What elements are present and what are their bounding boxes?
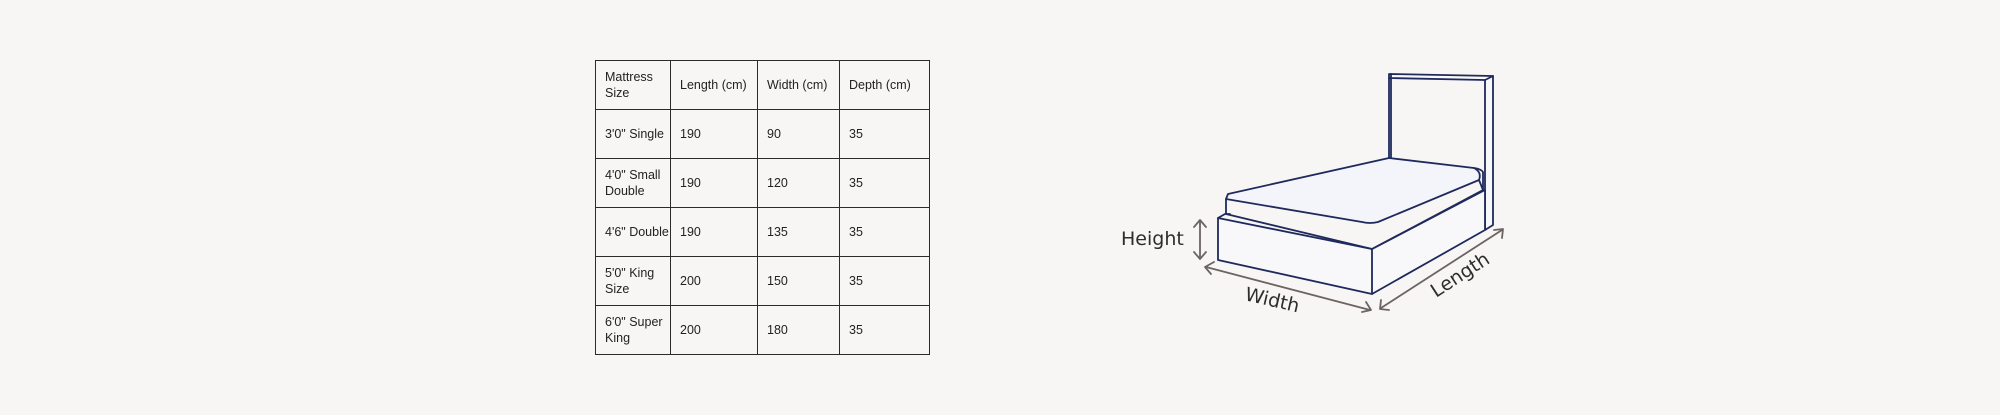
cell-width: 180 — [757, 305, 840, 355]
height-arrow — [1193, 219, 1207, 260]
cell-size: 3'0" Single — [595, 109, 671, 159]
bed-illustration — [1217, 73, 1494, 295]
mattress-size-table: Mattress Size Length (cm) Width (cm) Dep… — [595, 60, 930, 355]
cell-width: 135 — [757, 207, 840, 257]
header-mattress-size: Mattress Size — [595, 60, 671, 110]
cell-size: 5'0" King Size — [595, 256, 671, 306]
cell-length: 200 — [670, 305, 758, 355]
cell-width: 120 — [757, 158, 840, 208]
table-header-row: Mattress Size Length (cm) Width (cm) Dep… — [595, 60, 930, 110]
header-width: Width (cm) — [757, 60, 840, 110]
table-row: 4'6" Double 190 135 35 — [595, 207, 930, 257]
height-label: Height — [1121, 228, 1184, 250]
cell-width: 150 — [757, 256, 840, 306]
cell-depth: 35 — [839, 109, 930, 159]
cell-size: 4'6" Double — [595, 207, 671, 257]
cell-depth: 35 — [839, 207, 930, 257]
header-length: Length (cm) — [670, 60, 758, 110]
table-row: 4'0" Small Double 190 120 35 — [595, 158, 930, 208]
cell-length: 190 — [670, 207, 758, 257]
table-row: 5'0" King Size 200 150 35 — [595, 256, 930, 306]
header-depth: Depth (cm) — [839, 60, 930, 110]
cell-size: 6'0" Super King — [595, 305, 671, 355]
table-row: 6'0" Super King 200 180 35 — [595, 305, 930, 355]
cell-size: 4'0" Small Double — [595, 158, 671, 208]
bed-dimension-diagram: Height Width Length — [1121, 73, 1504, 317]
cell-length: 190 — [670, 109, 758, 159]
cell-depth: 35 — [839, 256, 930, 306]
cell-depth: 35 — [839, 305, 930, 355]
cell-width: 90 — [757, 109, 840, 159]
width-label: Width — [1243, 283, 1302, 317]
table-row: 3'0" Single 190 90 35 — [595, 109, 930, 159]
cell-length: 190 — [670, 158, 758, 208]
cell-length: 200 — [670, 256, 758, 306]
cell-depth: 35 — [839, 158, 930, 208]
